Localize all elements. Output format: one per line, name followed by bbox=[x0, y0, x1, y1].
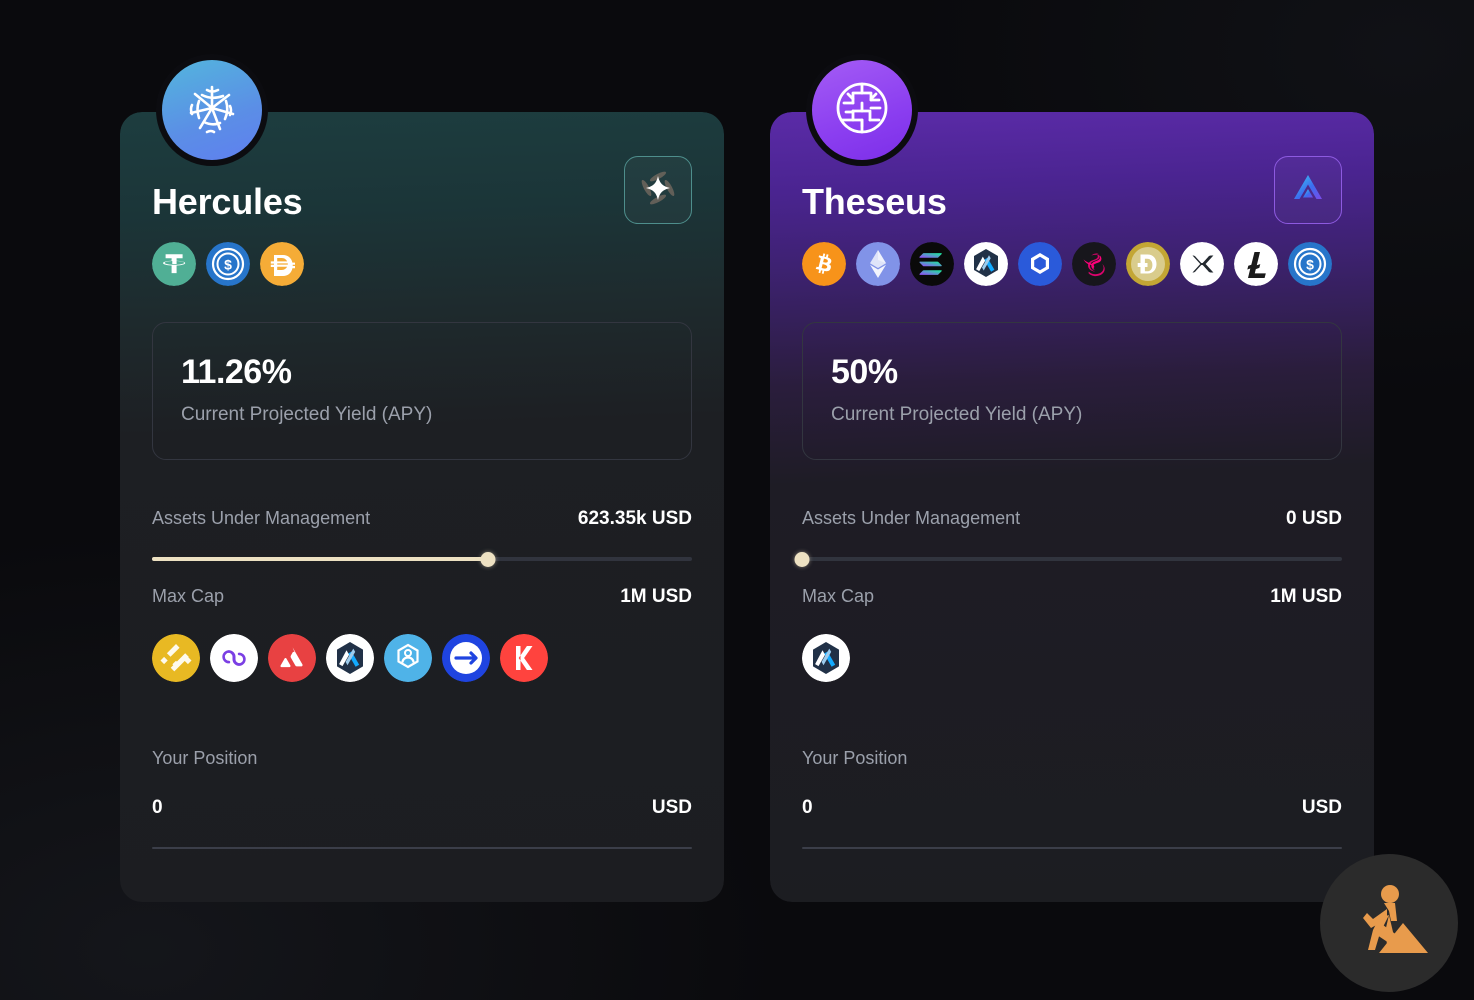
position-divider bbox=[802, 847, 1342, 849]
usdc-icon: $ bbox=[1288, 242, 1332, 286]
position-divider bbox=[152, 847, 692, 849]
ethereum-icon bbox=[856, 242, 900, 286]
position-amount: 0 bbox=[802, 797, 813, 818]
chain-list bbox=[802, 634, 1342, 682]
app-background: Hercules $ 11.26% Current Projected Yiel… bbox=[0, 0, 1474, 1000]
under-construction-badge[interactable] bbox=[1320, 854, 1458, 992]
slider-track bbox=[802, 557, 1342, 561]
card-surface: Hercules $ 11.26% Current Projected Yiel… bbox=[120, 112, 724, 902]
aum-label: Assets Under Management bbox=[802, 508, 1021, 528]
litecoin-icon bbox=[1234, 242, 1278, 286]
kava-chain-icon bbox=[500, 634, 548, 682]
position-row: 0 USD bbox=[802, 797, 1342, 819]
apy-value: 11.26% bbox=[181, 353, 292, 391]
svg-text:$: $ bbox=[224, 257, 232, 273]
aum-value: 0 USD bbox=[1286, 508, 1342, 529]
polygon-chain-icon bbox=[210, 634, 258, 682]
card-title: Hercules bbox=[152, 181, 303, 222]
apy-panel: 11.26% Current Projected Yield (APY) bbox=[152, 322, 692, 460]
construction-worker-icon bbox=[1343, 875, 1435, 972]
aerodrome-triangle-icon bbox=[1288, 168, 1328, 213]
aum-progress-slider[interactable] bbox=[152, 552, 692, 567]
vault-card-theseus[interactable]: Theseus $ 50% Current Projected Yield (A… bbox=[770, 54, 1374, 902]
diamond-star-icon bbox=[638, 168, 678, 213]
protocol-badge[interactable] bbox=[1274, 156, 1342, 224]
avalanche-chain-icon bbox=[268, 634, 316, 682]
max-cap-row: Max Cap 1M USD bbox=[802, 586, 1342, 608]
max-cap-label: Max Cap bbox=[152, 586, 225, 606]
svg-text:$: $ bbox=[1306, 257, 1314, 273]
arbitrum-icon bbox=[964, 242, 1008, 286]
token-list: $ bbox=[152, 242, 692, 286]
dogecoin-icon bbox=[1126, 242, 1170, 286]
uniswap-icon bbox=[1072, 242, 1116, 286]
card-content: Hercules $ 11.26% Current Projected Yiel… bbox=[120, 112, 724, 902]
slider-knob[interactable] bbox=[794, 552, 810, 567]
apy-value: 50% bbox=[831, 353, 898, 391]
usdt-icon bbox=[152, 242, 196, 286]
protocol-badge[interactable] bbox=[624, 156, 692, 224]
max-cap-value: 1M USD bbox=[620, 586, 692, 607]
aum-value: 623.35k USD bbox=[577, 508, 692, 529]
labyrinth-icon bbox=[828, 74, 896, 147]
slider-knob[interactable] bbox=[480, 552, 496, 567]
max-cap-label: Max Cap bbox=[802, 586, 875, 606]
position-label: Your Position bbox=[802, 748, 908, 768]
position-row: 0 USD bbox=[152, 797, 692, 819]
chainlink-icon bbox=[1018, 242, 1062, 286]
web-icon bbox=[178, 74, 246, 147]
apy-panel: 50% Current Projected Yield (APY) bbox=[802, 322, 1342, 460]
card-content: Theseus $ 50% Current Projected Yield (A… bbox=[770, 112, 1374, 902]
vault-avatar bbox=[806, 54, 918, 166]
dai-icon bbox=[260, 242, 304, 286]
arbitrum-chain-icon bbox=[326, 634, 374, 682]
position-currency: USD bbox=[651, 797, 692, 818]
vault-avatar bbox=[156, 54, 268, 166]
slider-fill bbox=[152, 557, 489, 561]
apy-label: Current Projected Yield (APY) bbox=[831, 404, 1083, 425]
position-amount: 0 bbox=[152, 797, 163, 818]
aum-row: Assets Under Management 0 USD bbox=[802, 508, 1342, 530]
ripple-icon bbox=[1180, 242, 1224, 286]
aum-label: Assets Under Management bbox=[152, 508, 371, 528]
bitcoin-icon bbox=[802, 242, 846, 286]
vault-card-hercules[interactable]: Hercules $ 11.26% Current Projected Yiel… bbox=[120, 54, 724, 902]
token-list: $ bbox=[802, 242, 1342, 286]
arbitrum-chain-icon bbox=[802, 634, 850, 682]
position-currency: USD bbox=[1301, 797, 1342, 818]
bnb-chain-icon bbox=[152, 634, 200, 682]
position-label: Your Position bbox=[152, 748, 258, 768]
apy-label: Current Projected Yield (APY) bbox=[181, 404, 433, 425]
base-chain-icon bbox=[384, 634, 432, 682]
max-cap-row: Max Cap 1M USD bbox=[152, 586, 692, 608]
solana-icon bbox=[910, 242, 954, 286]
max-cap-value: 1M USD bbox=[1270, 586, 1342, 607]
card-surface: Theseus $ 50% Current Projected Yield (A… bbox=[770, 112, 1374, 902]
usdc-icon: $ bbox=[206, 242, 250, 286]
optimism-chain-icon bbox=[442, 634, 490, 682]
aum-progress-slider[interactable] bbox=[794, 552, 1342, 567]
chain-list bbox=[152, 634, 692, 682]
card-title: Theseus bbox=[802, 181, 947, 222]
aum-row: Assets Under Management 623.35k USD bbox=[152, 508, 692, 530]
